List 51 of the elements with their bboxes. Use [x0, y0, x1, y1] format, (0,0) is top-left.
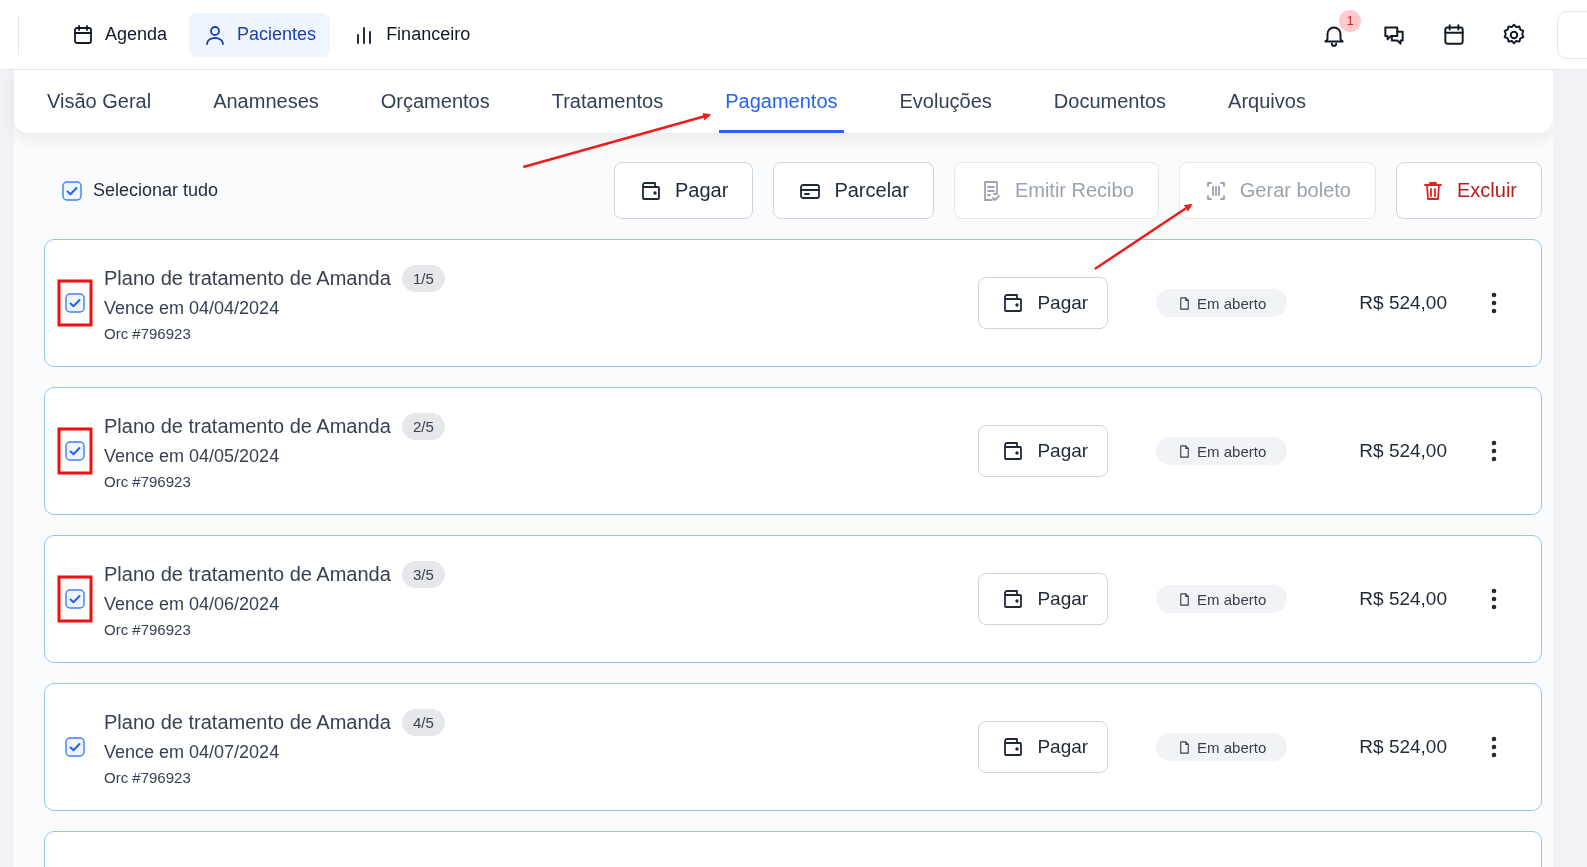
status-pill: Em aberto: [1156, 289, 1288, 317]
action-button[interactable]: Excluir: [1396, 162, 1542, 219]
amount: R$ 524,00: [1359, 440, 1447, 462]
installment-badge: 1/5: [401, 264, 445, 292]
payment-title: Plano de tratamento de Amanda: [104, 266, 391, 290]
pay-button[interactable]: Pagar: [978, 721, 1109, 773]
tab[interactable]: Evoluções: [893, 70, 998, 133]
calendar-icon: [71, 22, 95, 47]
payment-title: Plano de tratamento de Amanda: [104, 562, 391, 586]
installment-badge: 2/5: [401, 412, 445, 440]
installment-badge: 4/5: [401, 708, 445, 736]
calendar-icon[interactable]: [1441, 21, 1467, 48]
amount: R$ 524,00: [1359, 292, 1447, 314]
amount: R$ 524,00: [1359, 588, 1447, 610]
budget-reference: Orc #796923: [104, 472, 192, 490]
budget-reference: Orc #796923: [104, 768, 192, 786]
notification-badge: 1: [1339, 9, 1361, 32]
checkbox[interactable]: [65, 589, 85, 609]
tab[interactable]: Arquivos: [1222, 70, 1312, 133]
tab[interactable]: Tratamentos: [545, 70, 670, 133]
installment-badge: 3/5: [401, 560, 445, 588]
due-date: Vence em 04/04/2024: [104, 297, 281, 319]
checkbox[interactable]: [62, 180, 82, 201]
pay-button[interactable]: Pagar: [978, 277, 1109, 329]
status-pill: Em aberto: [1156, 733, 1288, 761]
tab[interactable]: Pagamentos: [719, 70, 844, 133]
due-date: Vence em 04/06/2024: [104, 593, 281, 615]
nav-item[interactable]: Pacientes: [189, 12, 331, 57]
checkbox[interactable]: [65, 737, 85, 757]
status-pill: Em aberto: [1156, 437, 1288, 465]
action-button[interactable]: Pagar: [614, 162, 754, 219]
select-all-label: Selecionar tudo: [93, 180, 219, 201]
tab[interactable]: Orçamentos: [374, 70, 496, 133]
due-date: Vence em 04/05/2024: [104, 445, 281, 467]
status-pill: Em aberto: [1156, 585, 1288, 613]
budget-reference: Orc #796923: [104, 620, 192, 638]
tab[interactable]: Anamneses: [207, 70, 325, 133]
payment-title: Plano de tratamento de Amanda: [104, 710, 391, 734]
budget-reference: Orc #796923: [104, 324, 192, 342]
nav-item[interactable]: Financeiro: [338, 12, 485, 57]
due-date: Vence em 04/07/2024: [104, 741, 281, 763]
nav-item[interactable]: Agenda: [57, 12, 182, 57]
amount: R$ 524,00: [1359, 736, 1447, 758]
tab[interactable]: Documentos: [1047, 70, 1173, 133]
action-button[interactable]: Parcelar: [773, 162, 934, 219]
checkbox[interactable]: [65, 441, 85, 461]
pay-button[interactable]: Pagar: [978, 425, 1109, 477]
payment-title: Plano de tratamento de Amanda: [104, 414, 391, 438]
pay-button[interactable]: Pagar: [978, 573, 1109, 625]
tab[interactable]: Visão Geral: [41, 70, 158, 133]
checkbox[interactable]: [65, 293, 85, 313]
